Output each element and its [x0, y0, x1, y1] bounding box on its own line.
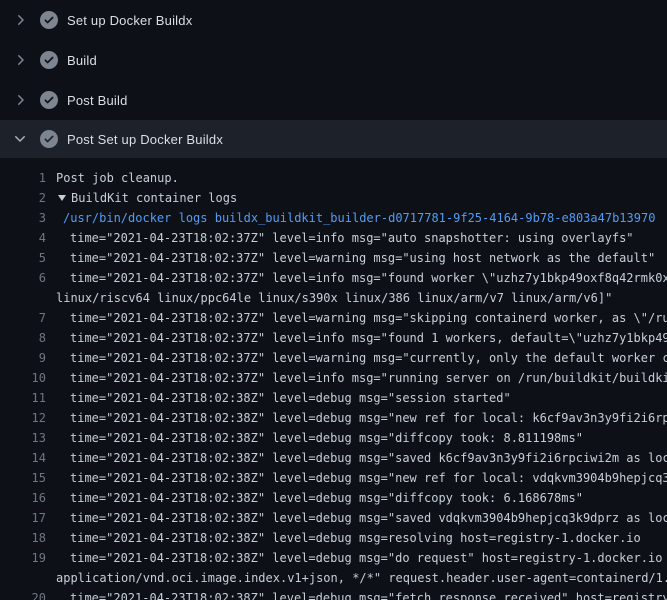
log-text: time="2021-04-23T18:02:38Z" level=debug …	[56, 548, 667, 568]
log-text: time="2021-04-23T18:02:37Z" level=warnin…	[56, 248, 655, 268]
log-line: 15 time="2021-04-23T18:02:38Z" level=debu…	[0, 468, 667, 488]
line-number[interactable]: 3	[0, 208, 46, 228]
log-text: time="2021-04-23T18:02:38Z" level=debug …	[56, 408, 667, 428]
log-line: 18 time="2021-04-23T18:02:38Z" level=debu…	[0, 528, 667, 548]
line-number[interactable]: 8	[0, 328, 46, 348]
step-row-build[interactable]: Build	[0, 40, 667, 80]
actions-log-viewer: Set up Docker Buildx Build Post Build Post …	[0, 0, 667, 600]
log-text: time="2021-04-23T18:02:38Z" level=debug …	[56, 428, 583, 448]
line-number[interactable]: 11	[0, 388, 46, 408]
log-text: time="2021-04-23T18:02:38Z" level=debug …	[56, 388, 511, 408]
log-text: time="2021-04-23T18:02:38Z" level=debug …	[56, 448, 667, 468]
log-area: 1 Post job cleanup. 2 BuildKit container lo…	[0, 158, 667, 600]
log-line: 1 Post job cleanup.	[0, 168, 667, 188]
check-circle-icon	[40, 11, 58, 29]
line-number[interactable]: 7	[0, 308, 46, 328]
step-row-post-build[interactable]: Post Build	[0, 80, 667, 120]
step-title: Build	[67, 53, 97, 68]
step-title: Post Set up Docker Buildx	[67, 132, 223, 147]
step-row-set-up-docker-buildx[interactable]: Set up Docker Buildx	[0, 0, 667, 40]
line-number[interactable]: 9	[0, 348, 46, 368]
log-text: application/vnd.oci.image.index.v1+json,…	[56, 568, 667, 588]
line-number[interactable]: 4	[0, 228, 46, 248]
group-collapse-icon[interactable]	[58, 195, 66, 201]
chevron-right-icon[interactable]	[12, 52, 28, 68]
check-circle-icon	[40, 91, 58, 109]
chevron-down-icon[interactable]	[12, 131, 28, 147]
line-number	[0, 568, 46, 588]
line-number[interactable]: 5	[0, 248, 46, 268]
log-line: 6 time="2021-04-23T18:02:37Z" level=info …	[0, 268, 667, 288]
line-number[interactable]: 6	[0, 268, 46, 288]
step-row-post-set-up-docker-buildx[interactable]: Post Set up Docker Buildx	[0, 120, 667, 158]
line-number[interactable]: 2	[0, 188, 46, 208]
log-line: 10 time="2021-04-23T18:02:37Z" level=info…	[0, 368, 667, 388]
log-line: 13 time="2021-04-23T18:02:38Z" level=debu…	[0, 428, 667, 448]
log-line: 17 time="2021-04-23T18:02:38Z" level=debu…	[0, 508, 667, 528]
line-number[interactable]: 13	[0, 428, 46, 448]
line-number[interactable]: 16	[0, 488, 46, 508]
log-line: 12 time="2021-04-23T18:02:38Z" level=debu…	[0, 408, 667, 428]
log-text: time="2021-04-23T18:02:38Z" level=debug …	[56, 528, 641, 548]
log-line: 9 time="2021-04-23T18:02:37Z" level=warni…	[0, 348, 667, 368]
check-circle-icon	[40, 51, 58, 69]
log-text: Post job cleanup.	[56, 168, 179, 188]
log-command-text: /usr/bin/docker logs buildx_buildkit_bui…	[56, 208, 655, 228]
log-line: 8 time="2021-04-23T18:02:37Z" level=info …	[0, 328, 667, 348]
log-text: time="2021-04-23T18:02:37Z" level=info m…	[56, 268, 667, 288]
log-text: time="2021-04-23T18:02:37Z" level=info m…	[56, 368, 667, 388]
chevron-right-icon[interactable]	[12, 12, 28, 28]
line-number[interactable]: 20	[0, 588, 46, 600]
log-line: 16 time="2021-04-23T18:02:38Z" level=debu…	[0, 488, 667, 508]
log-line: 4 time="2021-04-23T18:02:37Z" level=info …	[0, 228, 667, 248]
log-text: time="2021-04-23T18:02:38Z" level=debug …	[56, 508, 667, 528]
log-text: time="2021-04-23T18:02:38Z" level=debug …	[56, 488, 583, 508]
log-line: 19 time="2021-04-23T18:02:38Z" level=debu…	[0, 548, 667, 568]
line-number	[0, 288, 46, 308]
log-text: time="2021-04-23T18:02:38Z" level=debug …	[56, 468, 667, 488]
log-line: 2 BuildKit container logs	[0, 188, 667, 208]
check-circle-icon	[40, 130, 58, 148]
log-text: time="2021-04-23T18:02:37Z" level=warnin…	[56, 308, 667, 328]
step-title: Post Build	[67, 93, 128, 108]
line-number[interactable]: 15	[0, 468, 46, 488]
log-line: 14 time="2021-04-23T18:02:38Z" level=debu…	[0, 448, 667, 468]
steps-list: Set up Docker Buildx Build Post Build Post …	[0, 0, 667, 158]
line-number[interactable]: 14	[0, 448, 46, 468]
log-line: 5 time="2021-04-23T18:02:37Z" level=warni…	[0, 248, 667, 268]
line-number[interactable]: 18	[0, 528, 46, 548]
log-text: time="2021-04-23T18:02:37Z" level=warnin…	[56, 348, 667, 368]
line-number[interactable]: 1	[0, 168, 46, 188]
log-line-continuation: linux/riscv64 linux/ppc64le linux/s390x …	[0, 288, 667, 308]
log-text: linux/riscv64 linux/ppc64le linux/s390x …	[56, 288, 612, 308]
line-number[interactable]: 12	[0, 408, 46, 428]
chevron-right-icon[interactable]	[12, 92, 28, 108]
line-number[interactable]: 10	[0, 368, 46, 388]
log-text: time="2021-04-23T18:02:37Z" level=info m…	[56, 228, 634, 248]
log-line: 7 time="2021-04-23T18:02:37Z" level=warni…	[0, 308, 667, 328]
line-number[interactable]: 19	[0, 548, 46, 568]
log-line: 20 time="2021-04-23T18:02:38Z" level=debu…	[0, 588, 667, 600]
log-line: 3/usr/bin/docker logs buildx_buildkit_bu…	[0, 208, 667, 228]
log-group-label[interactable]: BuildKit container logs	[71, 188, 237, 208]
log-text: time="2021-04-23T18:02:37Z" level=info m…	[56, 328, 667, 348]
log-line: 11 time="2021-04-23T18:02:38Z" level=debu…	[0, 388, 667, 408]
log-text: time="2021-04-23T18:02:38Z" level=debug …	[56, 588, 667, 600]
step-title: Set up Docker Buildx	[67, 13, 192, 28]
log-line-continuation: application/vnd.oci.image.index.v1+json,…	[0, 568, 667, 588]
line-number[interactable]: 17	[0, 508, 46, 528]
